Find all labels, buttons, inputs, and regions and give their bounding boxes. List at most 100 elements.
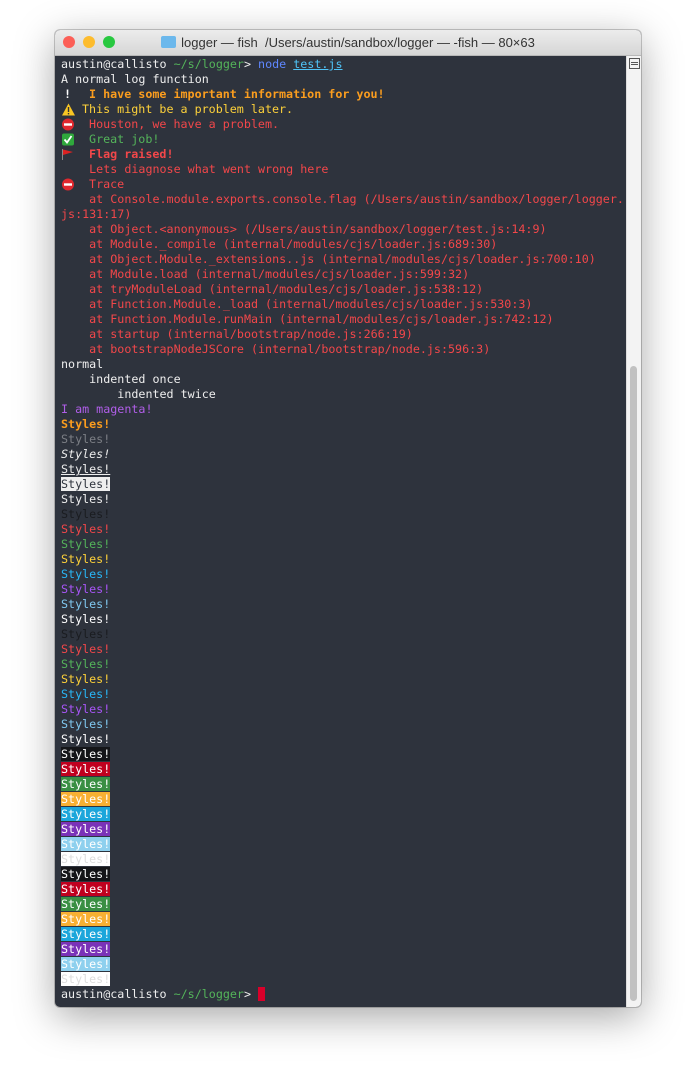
scrollbar[interactable] — [626, 56, 641, 1007]
text-segment: Styles! — [61, 567, 111, 581]
text-segment: Styles! — [61, 927, 111, 941]
terminal-line: Styles! — [61, 657, 625, 672]
terminal-line: austin@callisto ~/s/logger> — [61, 987, 625, 1002]
terminal-line: Styles! — [61, 582, 625, 597]
text-segment: A normal log function — [61, 72, 209, 86]
text-segment: ~/s/logger — [173, 57, 244, 71]
terminal-line: at Function.Module._load (internal/modul… — [61, 297, 625, 312]
scrollbar-thumb[interactable] — [630, 366, 637, 1001]
terminal-line: Styles! — [61, 837, 625, 852]
text-segment: This might be a problem later. — [82, 102, 294, 116]
split-pane-icon[interactable] — [629, 58, 640, 69]
text-segment: Styles! — [61, 897, 111, 911]
terminal-line: Styles! — [61, 717, 625, 732]
text-segment: I have some important information for yo… — [82, 87, 385, 101]
terminal-line: at tryModuleLoad (internal/modules/cjs/l… — [61, 282, 625, 297]
text-segment: Styles! — [61, 522, 111, 536]
text-segment: Styles! — [61, 912, 111, 926]
terminal-line: A normal log function — [61, 72, 625, 87]
terminal-line: Styles! — [61, 792, 625, 807]
title-bar: logger — fish /Users/austin/sandbox/logg… — [55, 30, 641, 56]
terminal-line: at Console.module.exports.console.flag (… — [61, 192, 625, 207]
text-segment: Styles! — [61, 972, 111, 986]
text-segment: austin@callisto — [61, 987, 174, 1001]
text-segment: at Module._compile (internal/modules/cjs… — [61, 237, 498, 251]
text-segment: Styles! — [61, 537, 111, 551]
terminal-line: Styles! — [61, 417, 625, 432]
terminal-line: Styles! — [61, 942, 625, 957]
text-segment: Styles! — [61, 507, 111, 521]
text-segment: at tryModuleLoad (internal/modules/cjs/l… — [61, 282, 484, 296]
terminal-line: Styles! — [61, 447, 625, 462]
terminal-line: at Function.Module.runMain (internal/mod… — [61, 312, 625, 327]
text-segment: at Module.load (internal/modules/cjs/loa… — [61, 267, 470, 281]
text-segment: Styles! — [61, 942, 111, 956]
terminal-line: indented twice — [61, 387, 625, 402]
text-segment: node — [258, 57, 294, 71]
terminal-line: Styles! — [61, 972, 625, 987]
text-segment: indented once — [61, 372, 181, 386]
terminal-line: Styles! — [61, 597, 625, 612]
text-segment: at Function.Module._load (internal/modul… — [61, 297, 533, 311]
text-segment: Styles! — [61, 447, 111, 461]
text-segment: at Function.Module.runMain (internal/mod… — [61, 312, 554, 326]
text-segment: Styles! — [61, 747, 111, 761]
text-segment: Styles! — [61, 762, 111, 776]
terminal-line: Styles! — [61, 867, 625, 882]
text-segment: Styles! — [61, 552, 111, 566]
text-segment: Styles! — [61, 657, 111, 671]
text-segment: Styles! — [61, 462, 111, 476]
terminal-line: Styles! — [61, 567, 625, 582]
exclamation-icon: ! — [64, 87, 72, 101]
terminal-line: Styles! — [61, 777, 625, 792]
text-segment: Styles! — [61, 702, 111, 716]
terminal-line: Styles! — [61, 927, 625, 942]
terminal-line: Styles! — [61, 552, 625, 567]
text-segment: Styles! — [61, 492, 111, 506]
text-segment: > — [243, 57, 259, 71]
terminal-line: Styles! — [61, 897, 625, 912]
terminal-line: Styles! — [61, 882, 625, 897]
text-segment: Styles! — [61, 417, 111, 431]
terminal-line: at startup (internal/bootstrap/node.js:2… — [61, 327, 625, 342]
no-entry-icon — [61, 117, 82, 132]
text-segment: Styles! — [61, 432, 111, 446]
terminal-line: Styles! — [61, 672, 625, 687]
terminal-line: Great job! — [61, 132, 625, 147]
file-link[interactable]: test.js — [293, 57, 342, 71]
terminal-line: Styles! — [61, 702, 625, 717]
terminal-line: Styles! — [61, 642, 625, 657]
terminal-line: Styles! — [61, 957, 625, 972]
text-segment: indented twice — [61, 387, 216, 401]
text-segment: at Console.module.exports.console.flag (… — [61, 192, 624, 206]
text-segment: Styles! — [61, 957, 111, 971]
text-segment: Styles! — [61, 837, 111, 851]
terminal-line: ! I have some important information for … — [61, 87, 625, 102]
text-segment: ~/s/logger — [173, 987, 244, 1001]
terminal-line: Styles! — [61, 627, 625, 642]
text-segment: Flag raised! — [82, 147, 174, 161]
terminal-line: austin@callisto ~/s/logger> node test.js — [61, 57, 625, 72]
terminal-line: Styles! — [61, 822, 625, 837]
text-segment: at startup (internal/bootstrap/node.js:2… — [61, 327, 413, 341]
terminal-line: Styles! — [61, 912, 625, 927]
terminal-line: js:131:17) — [61, 207, 625, 222]
terminal-output[interactable]: austin@callisto ~/s/logger> node test.js… — [61, 57, 625, 1007]
text-segment: Styles! — [61, 627, 111, 641]
text-segment: Styles! — [61, 717, 111, 731]
terminal-cursor — [258, 987, 266, 1001]
terminal-line: Styles! — [61, 522, 625, 537]
text-segment: Styles! — [61, 792, 111, 806]
text-segment: normal — [61, 357, 104, 371]
text-segment: Styles! — [61, 612, 111, 626]
text-segment: Styles! — [61, 732, 111, 746]
folder-icon — [161, 36, 177, 48]
text-segment: Styles! — [61, 882, 111, 896]
text-segment: Lets diagnose what went wrong here — [61, 162, 329, 176]
text-segment: Styles! — [61, 867, 111, 881]
text-segment: austin@callisto — [61, 57, 174, 71]
text-segment: Styles! — [61, 852, 111, 866]
terminal-line: Trace — [61, 177, 625, 192]
terminal-window: logger — fish /Users/austin/sandbox/logg… — [55, 30, 641, 1007]
terminal-line: Styles! — [61, 852, 625, 867]
